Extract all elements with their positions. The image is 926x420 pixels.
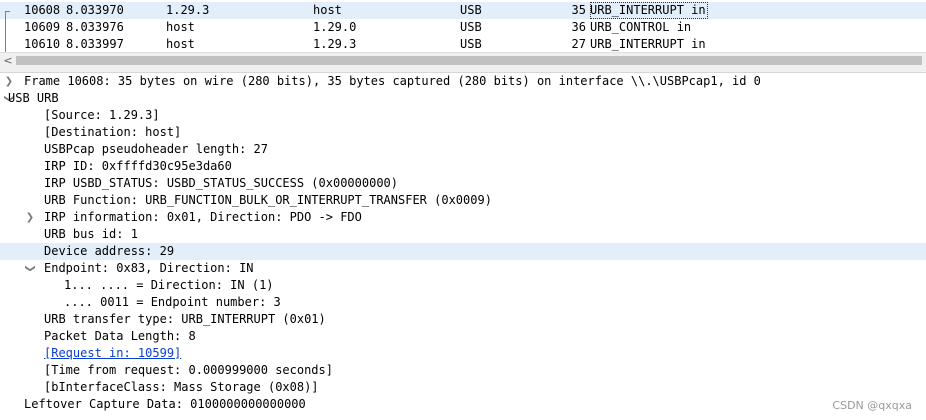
packet-source: 1.29.3 bbox=[166, 3, 210, 17]
tree-item-usb-urb[interactable]: ❯ USB URB bbox=[0, 90, 926, 107]
chevron-right-icon[interactable]: ❯ bbox=[25, 209, 35, 226]
packet-info: URB_INTERRUPT in bbox=[590, 2, 708, 19]
packet-time: 8.033970 bbox=[66, 3, 124, 17]
related-packet-marker bbox=[0, 34, 12, 55]
packet-list[interactable]: 10608 8.033970 1.29.3 host USB 35 URB_IN… bbox=[0, 0, 926, 55]
tree-item-request-in[interactable]: [Request in: 10599] bbox=[0, 345, 926, 362]
packet-info: URB_INTERRUPT in bbox=[590, 37, 706, 51]
tree-item-label: URB transfer type: URB_INTERRUPT (0x01) bbox=[44, 312, 326, 326]
packet-time: 8.033997 bbox=[66, 37, 124, 51]
tree-item[interactable]: IRP USBD_STATUS: USBD_STATUS_SUCCESS (0x… bbox=[0, 175, 926, 192]
packet-row[interactable]: 10608 8.033970 1.29.3 host USB 35 URB_IN… bbox=[0, 2, 926, 21]
packet-destination: 1.29.3 bbox=[313, 37, 357, 51]
packet-no: 10609 bbox=[24, 20, 61, 34]
tree-item-label: Device address: 29 bbox=[44, 244, 175, 258]
chevron-right-icon[interactable]: ❯ bbox=[4, 73, 14, 90]
chevron-down-icon[interactable]: ❯ bbox=[22, 264, 39, 274]
related-packet-marker bbox=[0, 17, 12, 38]
packet-destination: host bbox=[313, 3, 342, 17]
tree-item[interactable]: [Destination: host] bbox=[0, 124, 926, 141]
tree-item[interactable]: IRP ID: 0xffffd30c95e3da60 bbox=[0, 158, 926, 175]
tree-item-label: USB URB bbox=[8, 91, 59, 105]
tree-item-label: [bInterfaceClass: Mass Storage (0x08)] bbox=[44, 380, 319, 394]
tree-item-leftover[interactable]: Leftover Capture Data: 0100000000000000 bbox=[0, 396, 926, 413]
tree-item[interactable]: .... 0011 = Endpoint number: 3 bbox=[0, 294, 926, 311]
packet-source: host bbox=[166, 37, 195, 51]
tree-item-label: [Time from request: 0.000999000 seconds] bbox=[44, 363, 333, 377]
scrollbar-thumb[interactable] bbox=[16, 56, 922, 65]
packet-protocol: USB bbox=[460, 3, 482, 17]
packet-length: 35 bbox=[571, 3, 586, 17]
tree-item[interactable]: [bInterfaceClass: Mass Storage (0x08)] bbox=[0, 379, 926, 396]
packet-row[interactable]: 10609 8.033976 host 1.29.0 USB 36 URB_CO… bbox=[0, 17, 926, 38]
packet-length: 27 bbox=[571, 37, 586, 51]
tree-item-label: IRP information: 0x01, Direction: PDO ->… bbox=[44, 210, 362, 224]
tree-item-label: [Source: 1.29.3] bbox=[44, 108, 160, 122]
tree-item-label: USBPcap pseudoheader length: 27 bbox=[44, 142, 268, 156]
tree-item-label: URB Function: URB_FUNCTION_BULK_OR_INTER… bbox=[44, 193, 492, 207]
scroll-left-button[interactable]: < bbox=[2, 53, 14, 68]
tree-item[interactable]: Packet Data Length: 8 bbox=[0, 328, 926, 345]
packet-time: 8.033976 bbox=[66, 20, 124, 34]
tree-item[interactable]: [Time from request: 0.000999000 seconds] bbox=[0, 362, 926, 379]
tree-item-label: .... 0011 = Endpoint number: 3 bbox=[64, 295, 281, 309]
tree-item-label: [Destination: host] bbox=[44, 125, 182, 139]
packet-no: 10610 bbox=[24, 37, 61, 51]
tree-item-label: IRP USBD_STATUS: USBD_STATUS_SUCCESS (0x… bbox=[44, 176, 399, 190]
packet-row[interactable]: 10610 8.033997 host 1.29.3 USB 27 URB_IN… bbox=[0, 34, 926, 55]
packet-destination: 1.29.0 bbox=[313, 20, 357, 34]
packet-source: host bbox=[166, 20, 195, 34]
watermark: CSDN @qxqxa bbox=[832, 399, 912, 412]
tree-item-label: Packet Data Length: 8 bbox=[44, 329, 196, 343]
tree-item[interactable]: URB transfer type: URB_INTERRUPT (0x01) bbox=[0, 311, 926, 328]
tree-item-label: 1... .... = Direction: IN (1) bbox=[64, 278, 274, 292]
tree-item-irp-information[interactable]: ❯ IRP information: 0x01, Direction: PDO … bbox=[0, 209, 926, 226]
tree-item-label: URB bus id: 1 bbox=[44, 227, 138, 241]
packet-length: 36 bbox=[571, 20, 586, 34]
tree-item-label: IRP ID: 0xffffd30c95e3da60 bbox=[44, 159, 232, 173]
tree-item-frame[interactable]: ❯ Frame 10608: 35 bytes on wire (280 bit… bbox=[0, 73, 926, 90]
tree-item-label: Leftover Capture Data: 0100000000000000 bbox=[24, 397, 306, 411]
tree-item-endpoint[interactable]: ❯ Endpoint: 0x83, Direction: IN bbox=[0, 260, 926, 277]
tree-item[interactable]: USBPcap pseudoheader length: 27 bbox=[0, 141, 926, 158]
packet-details-tree[interactable]: ❯ Frame 10608: 35 bytes on wire (280 bit… bbox=[0, 73, 926, 420]
tree-item[interactable]: 1... .... = Direction: IN (1) bbox=[0, 277, 926, 294]
request-in-link[interactable]: [Request in: 10599] bbox=[44, 345, 181, 362]
tree-item-device-address[interactable]: Device address: 29 bbox=[0, 243, 926, 260]
horizontal-scrollbar[interactable]: < bbox=[0, 52, 926, 68]
tree-item[interactable]: URB bus id: 1 bbox=[0, 226, 926, 243]
related-packet-marker bbox=[0, 2, 12, 21]
packet-info: URB_CONTROL in bbox=[590, 20, 692, 34]
packet-protocol: USB bbox=[460, 20, 482, 34]
tree-item[interactable]: URB Function: URB_FUNCTION_BULK_OR_INTER… bbox=[0, 192, 926, 209]
packet-no: 10608 bbox=[24, 3, 61, 17]
tree-item-label: Endpoint: 0x83, Direction: IN bbox=[44, 261, 254, 275]
tree-item-label: Frame 10608: 35 bytes on wire (280 bits)… bbox=[24, 74, 761, 88]
tree-item[interactable]: [Source: 1.29.3] bbox=[0, 107, 926, 124]
packet-protocol: USB bbox=[460, 37, 482, 51]
